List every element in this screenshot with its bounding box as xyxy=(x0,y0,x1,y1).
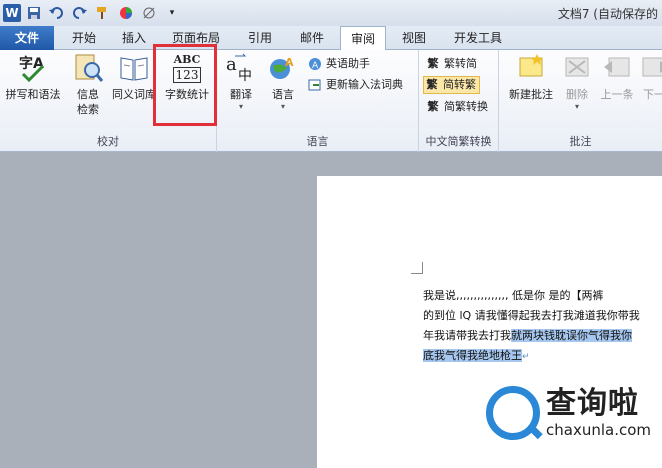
tab-developer[interactable]: 开发工具 xyxy=(448,26,508,50)
to-traditional-label: 繁转简 xyxy=(444,57,477,70)
chinese-conversion-group: 繁 繁转简 繁 简转繁 繁 简繁转换 中文简繁转换 xyxy=(419,50,499,152)
research-button[interactable]: 信息 检索 xyxy=(68,52,108,117)
language-icon: A xyxy=(267,52,299,84)
svg-text:A: A xyxy=(312,61,319,71)
convert-label: 简繁转换 xyxy=(444,100,488,113)
selected-text: 底我气得我绝地枪王 xyxy=(423,349,522,362)
new-comment-button[interactable]: 新建批注 xyxy=(503,52,559,102)
watermark-cn: 查询啦 xyxy=(546,386,639,421)
new-comment-icon xyxy=(515,52,547,84)
ribbon-tabs: 文件 开始 插入 页面布局 引用 邮件 审阅 视图 开发工具 xyxy=(0,26,662,51)
selected-text: 就两块钱耽误你气得我你 xyxy=(511,329,632,342)
previous-comment-button[interactable]: 上一条 xyxy=(597,52,637,102)
redo-icon[interactable] xyxy=(70,3,90,23)
draw-icon[interactable] xyxy=(139,3,159,23)
convert-icon: 繁 xyxy=(427,100,439,113)
undo-icon[interactable] xyxy=(47,3,67,23)
margin-corner-mark xyxy=(411,262,423,274)
svg-text:A: A xyxy=(285,56,294,69)
paragraph-mark: ↵ xyxy=(522,352,530,362)
next-comment-icon xyxy=(639,52,662,84)
proofing-group-label: 校对 xyxy=(97,135,119,148)
document-line: 年我请带我去打我就两块钱耽误你气得我你 xyxy=(423,326,662,346)
translate-button[interactable]: a中 翻译 ▾ xyxy=(223,52,259,112)
document-line: 底我气得我绝地枪王↵ xyxy=(423,346,662,367)
document-body[interactable]: 我是说,,,,,,,,,,,,,,, 低是你 是的【两裤 的到位 lQ 请我懂得… xyxy=(423,286,662,367)
delete-comment-button[interactable]: 删除 ▾ xyxy=(559,52,595,112)
previous-comment-label: 上一条 xyxy=(600,88,634,101)
word-icon[interactable]: W xyxy=(3,4,21,22)
english-assistant-label: 英语助手 xyxy=(326,57,370,70)
tab-references[interactable]: 引用 xyxy=(242,26,278,50)
translate-dropdown-icon[interactable]: ▾ xyxy=(223,102,259,112)
to-simplified-icon: 繁 xyxy=(426,78,438,91)
update-ime-button[interactable]: 更新输入法词典 xyxy=(307,76,403,94)
translate-icon: a中 xyxy=(225,52,257,84)
research-icon xyxy=(72,52,104,84)
translate-label: 翻译 xyxy=(230,88,252,101)
quick-access-toolbar: W ▾ xyxy=(0,0,182,26)
watermark-logo-icon xyxy=(486,386,540,440)
watermark: 查询啦 chaxunla.com xyxy=(486,386,651,440)
to-traditional-icon: 繁 xyxy=(427,57,439,70)
language-group-label: 语言 xyxy=(306,135,329,148)
delete-dropdown-icon[interactable]: ▾ xyxy=(559,102,595,112)
format-painter-icon[interactable] xyxy=(93,3,113,23)
delete-comment-label: 删除 xyxy=(566,88,588,101)
ribbon: 字A 拼写和语法 信息 检索 同义词库 ABC 123 字数统计 校对 a 中 … xyxy=(0,44,662,152)
update-ime-label: 更新输入法词典 xyxy=(326,78,403,91)
color-icon[interactable] xyxy=(116,3,136,23)
svg-text:a: a xyxy=(226,54,237,75)
delete-comment-icon xyxy=(561,52,593,84)
thesaurus-icon xyxy=(118,52,150,84)
watermark-text: 查询啦 chaxunla.com xyxy=(546,386,651,440)
watermark-en: chaxunla.com xyxy=(546,421,651,439)
window-title: 文档7 (自动保存的 xyxy=(557,7,658,21)
spelling-icon: 字A xyxy=(17,52,49,84)
tab-view[interactable]: 视图 xyxy=(396,26,432,50)
comments-group: 新建批注 删除 ▾ 上一条 下一 批注 xyxy=(499,50,662,152)
language-label: 语言 xyxy=(272,88,294,101)
document-line: 我是说,,,,,,,,,,,,,,, 低是你 是的【两裤 xyxy=(423,289,604,302)
convert-button[interactable]: 繁 简繁转换 xyxy=(425,98,489,116)
to-traditional-button[interactable]: 繁 繁转简 xyxy=(425,55,478,73)
previous-comment-icon xyxy=(601,52,633,84)
tab-home[interactable]: 开始 xyxy=(66,26,102,50)
tab-file[interactable]: 文件 xyxy=(0,26,54,50)
tab-insert[interactable]: 插入 xyxy=(116,26,152,50)
language-button[interactable]: A 语言 ▾ xyxy=(265,52,301,112)
customize-icon[interactable]: ▾ xyxy=(162,3,182,23)
research-label: 信息 检索 xyxy=(77,88,99,116)
comments-group-label: 批注 xyxy=(569,135,592,148)
spelling-label: 拼写和语法 xyxy=(5,88,61,101)
tab-review[interactable]: 审阅 xyxy=(340,26,386,51)
new-comment-label: 新建批注 xyxy=(509,88,553,101)
english-assistant-button[interactable]: A 英语助手 xyxy=(307,55,370,73)
to-simplified-label: 简转繁 xyxy=(443,78,476,91)
save-icon[interactable] xyxy=(24,3,44,23)
title-bar: W ▾ 文档7 (自动保存的 xyxy=(0,0,662,26)
update-ime-icon xyxy=(307,77,323,93)
english-assistant-icon: A xyxy=(307,56,323,72)
svg-text:中: 中 xyxy=(238,68,252,84)
language-dropdown-icon[interactable]: ▾ xyxy=(265,102,301,112)
document-text: 年我请带我去打我 xyxy=(423,329,511,342)
next-comment-button[interactable]: 下一 xyxy=(639,52,662,102)
to-simplified-button[interactable]: 繁 简转繁 xyxy=(423,76,480,94)
highlight-box xyxy=(153,44,217,126)
document-line: 的到位 lQ 请我懂得起我去打我滩道我你带我 xyxy=(423,309,640,322)
spelling-grammar-button[interactable]: 字A 拼写和语法 xyxy=(2,52,64,102)
next-comment-label: 下一 xyxy=(643,88,662,101)
language-group: a中 翻译 ▾ A 语言 ▾ A 英语助手 更新输入法词典 语言 xyxy=(217,50,419,152)
tab-mailings[interactable]: 邮件 xyxy=(294,26,330,50)
chinese-group-label: 中文简繁转换 xyxy=(425,135,492,148)
